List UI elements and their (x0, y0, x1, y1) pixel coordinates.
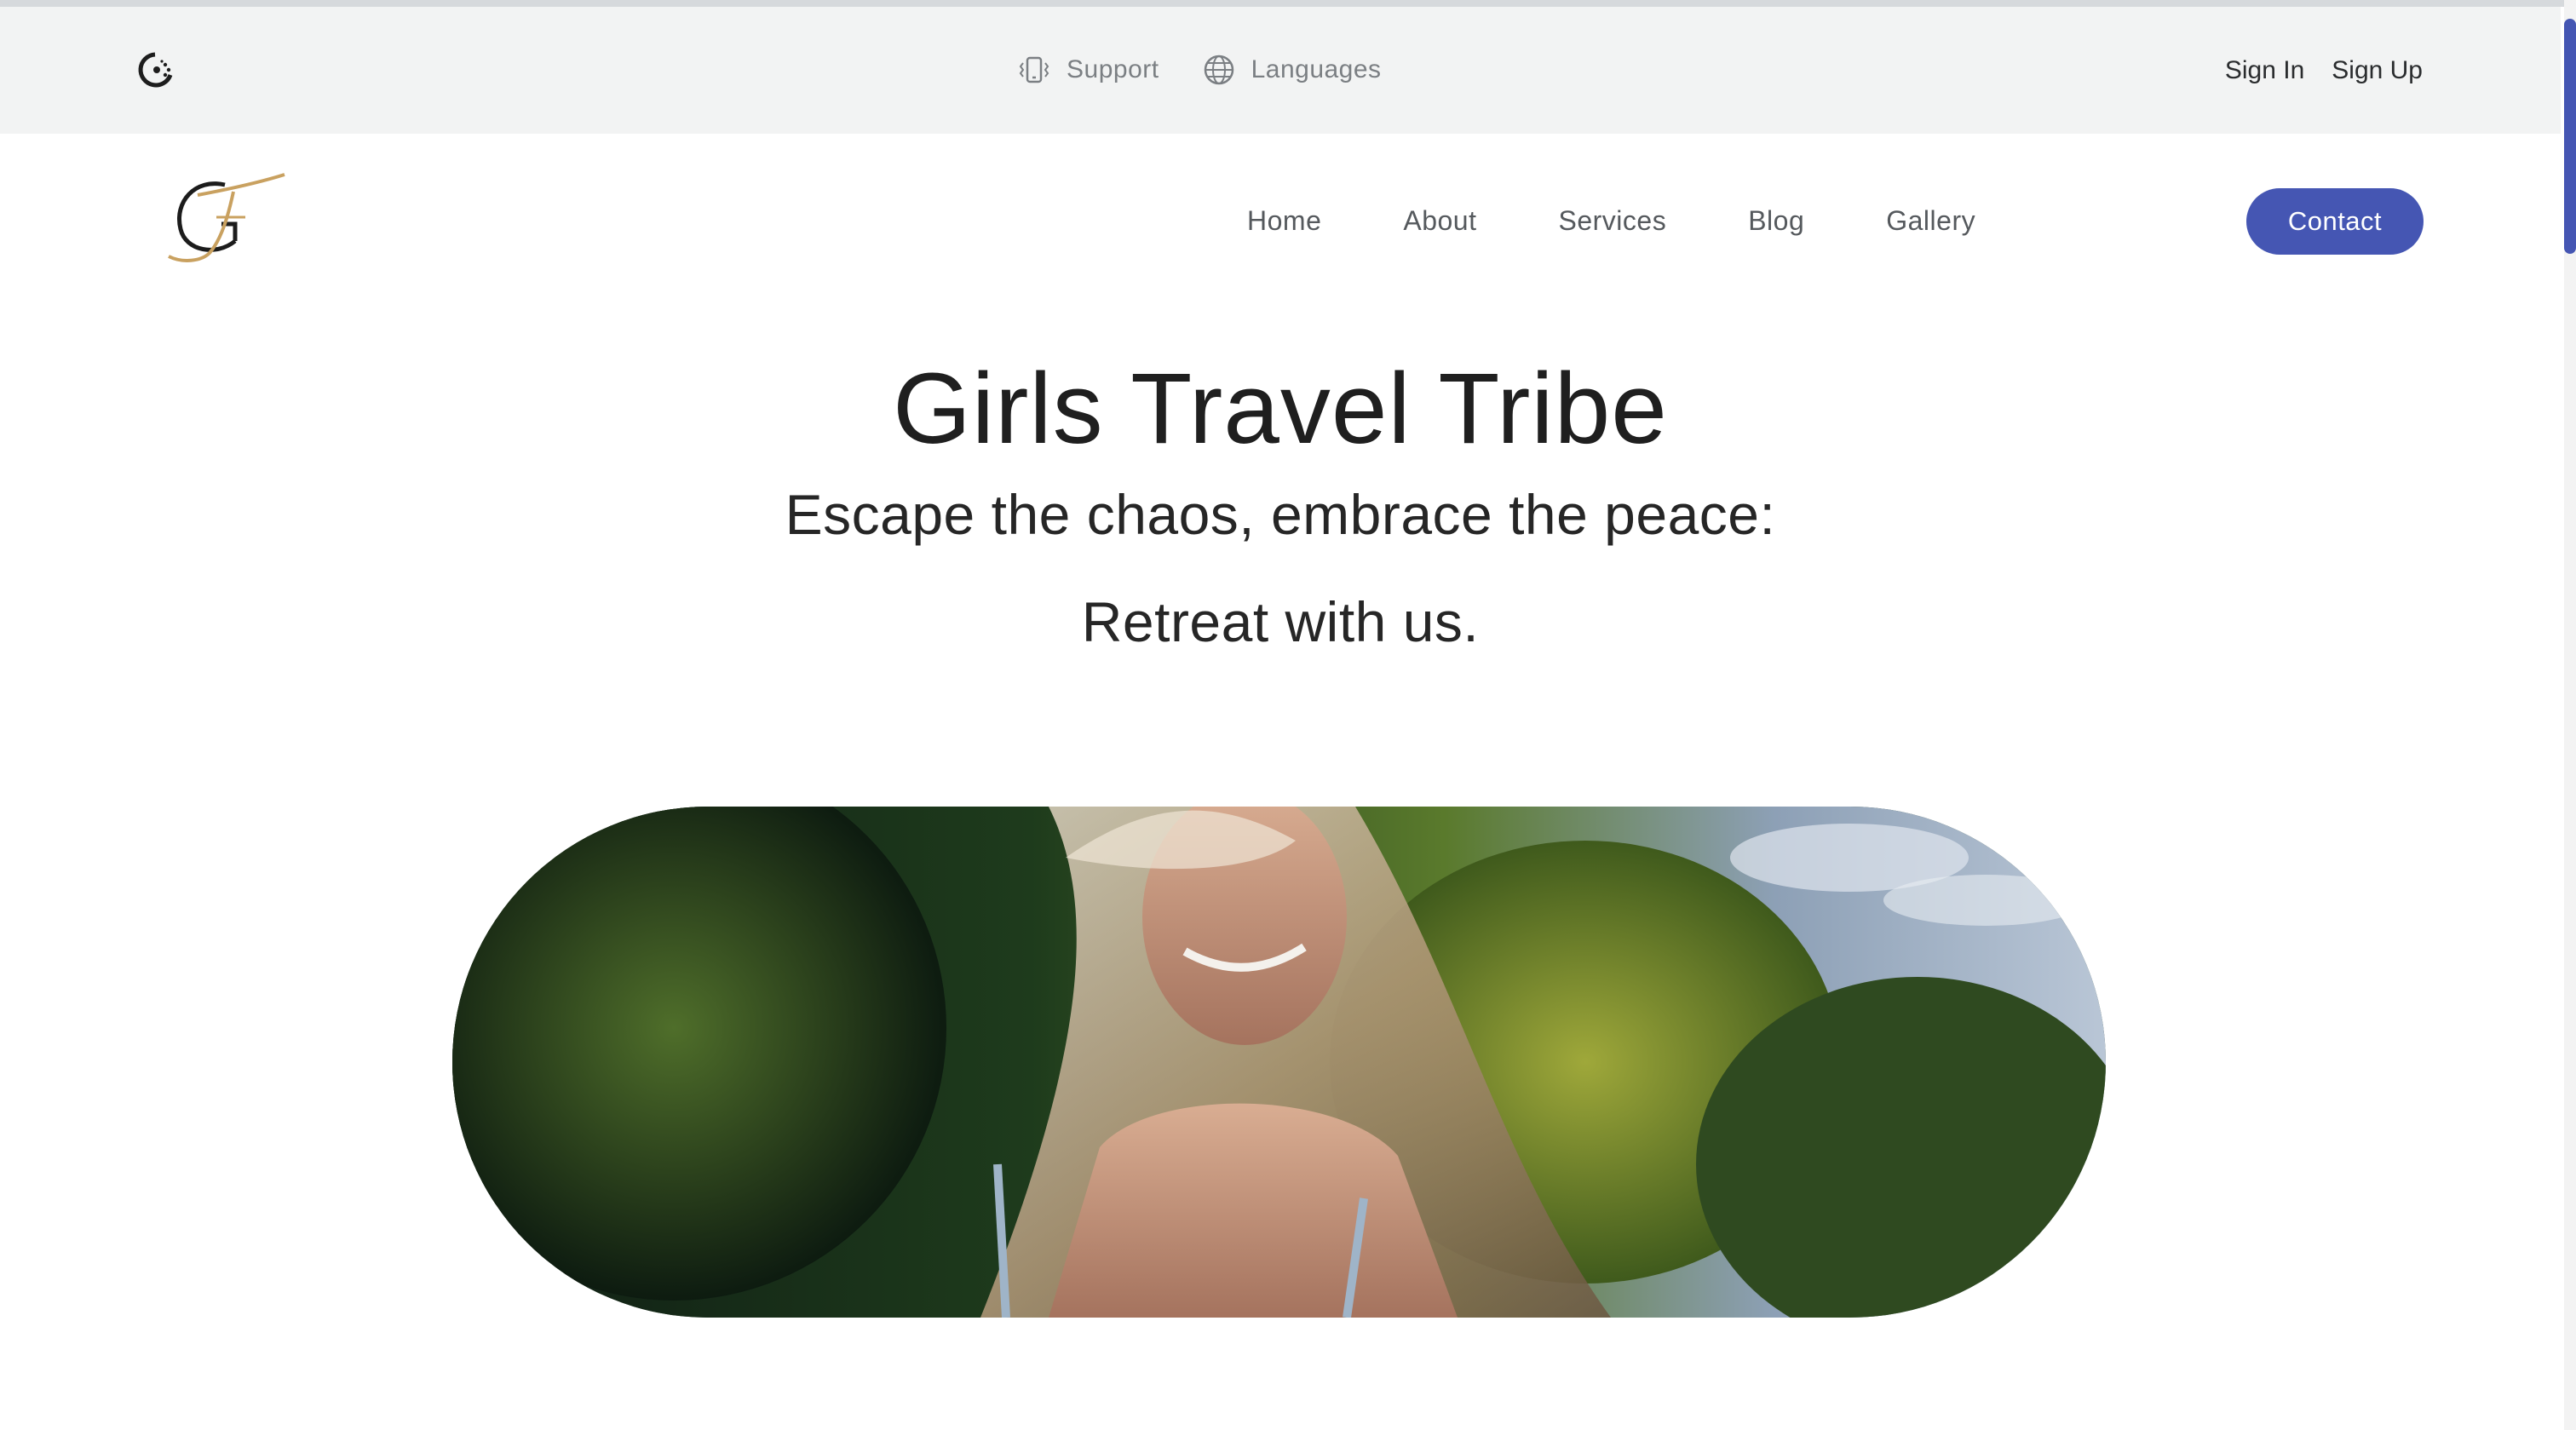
globe-icon (1204, 55, 1233, 85)
languages-link[interactable]: Languages (1200, 51, 1382, 89)
sign-up-link[interactable]: Sign Up (2332, 56, 2423, 85)
contact-button[interactable]: Contact (2246, 188, 2424, 255)
hero-subtitle-line2: Retreat with us. (1081, 590, 1480, 653)
nav-services[interactable]: Services (1558, 205, 1666, 237)
utility-links: Support Languages (1015, 51, 1382, 89)
nav-home[interactable]: Home (1247, 205, 1321, 237)
primary-menu: Home About Services Blog Gallery (1247, 205, 1975, 237)
sign-in-link[interactable]: Sign In (2225, 56, 2304, 85)
phone-vibrate-icon (1019, 56, 1049, 83)
hero-video[interactable] (452, 807, 2106, 1318)
main-navbar: Home About Services Blog Gallery Contact (0, 134, 2561, 304)
circle-dots-logo-icon[interactable] (135, 49, 175, 90)
nav-gallery[interactable]: Gallery (1886, 205, 1975, 237)
auth-links: Sign In Sign Up (2225, 56, 2423, 85)
browser-top-edge (0, 0, 2564, 7)
gt-monogram-logo[interactable] (157, 168, 293, 270)
scrollbar-thumb[interactable] (2564, 19, 2576, 254)
nav-about[interactable]: About (1403, 205, 1476, 237)
support-label: Support (1067, 55, 1159, 83)
utility-bar: Support Languages Sign In Sign Up (0, 7, 2561, 134)
hero-subtitle-line1: Escape the chaos, embrace the peace: (785, 483, 1776, 546)
hero-title: Girls Travel Tribe (893, 353, 1668, 465)
nav-blog[interactable]: Blog (1748, 205, 1804, 237)
languages-label: Languages (1251, 55, 1382, 83)
support-link[interactable]: Support (1015, 51, 1159, 89)
